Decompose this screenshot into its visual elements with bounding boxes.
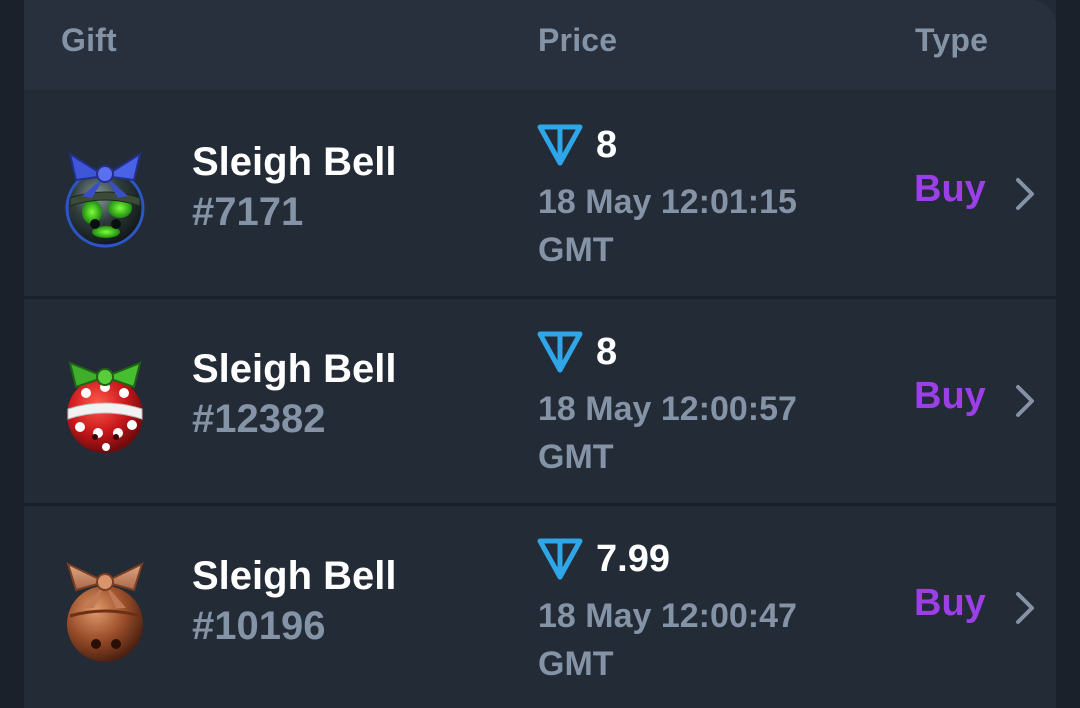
timestamp-timezone: GMT — [538, 645, 614, 683]
timestamp-date: 18 May 12:01:15 — [538, 183, 797, 221]
ton-icon — [537, 124, 583, 166]
column-header-price: Price — [538, 22, 618, 58]
gift-number: #7171 — [192, 190, 304, 234]
timestamp-timezone: GMT — [538, 231, 614, 269]
table-row[interactable]: Sleigh Bell #10196 7.99 18 May 12:00:47 … — [24, 506, 1056, 708]
sleigh-bell-red-dots-icon — [67, 361, 143, 453]
gift-history-table: Gift Price Type Sleigh Bell #7171 8 18 M… — [24, 0, 1056, 708]
ton-icon — [537, 331, 583, 373]
gift-number: #10196 — [192, 604, 326, 648]
sleigh-bell-green-icon — [65, 151, 145, 248]
sleigh-bell-copper-icon — [66, 562, 144, 662]
gift-number: #12382 — [192, 397, 326, 441]
timestamp: 18 May 12:00:57 GMT — [538, 385, 868, 481]
timestamp-timezone: GMT — [538, 438, 614, 476]
type-buy-label: Buy — [914, 582, 986, 624]
timestamp: 18 May 12:00:47 GMT — [538, 592, 868, 688]
gift-name: Sleigh Bell — [192, 140, 397, 184]
chevron-right-icon — [1016, 178, 1034, 210]
timestamp-date: 18 May 12:00:57 — [538, 390, 797, 428]
price-value: 7.99 — [596, 537, 670, 580]
timestamp-date: 18 May 12:00:47 — [538, 597, 797, 635]
type-buy-label: Buy — [914, 375, 986, 417]
column-header-type: Type — [915, 22, 989, 58]
column-header-gift: Gift — [61, 22, 117, 58]
price: 7.99 — [536, 536, 670, 582]
price: 8 — [536, 122, 617, 168]
price-value: 8 — [596, 123, 618, 166]
gift-name: Sleigh Bell — [192, 554, 397, 598]
table-row[interactable]: Sleigh Bell #12382 8 18 May 12:00:57 GMT… — [24, 299, 1056, 503]
table-row[interactable]: Sleigh Bell #7171 8 18 May 12:01:15 GMT … — [24, 92, 1056, 296]
timestamp: 18 May 12:01:15 GMT — [538, 178, 868, 274]
ton-icon — [537, 538, 583, 580]
table-header: Gift Price Type — [24, 0, 1056, 90]
chevron-right-icon — [1016, 385, 1034, 417]
price: 8 — [536, 329, 617, 375]
chevron-right-icon — [1016, 592, 1034, 624]
price-value: 8 — [596, 330, 618, 373]
type-buy-label: Buy — [914, 168, 986, 210]
gift-name: Sleigh Bell — [192, 347, 397, 391]
